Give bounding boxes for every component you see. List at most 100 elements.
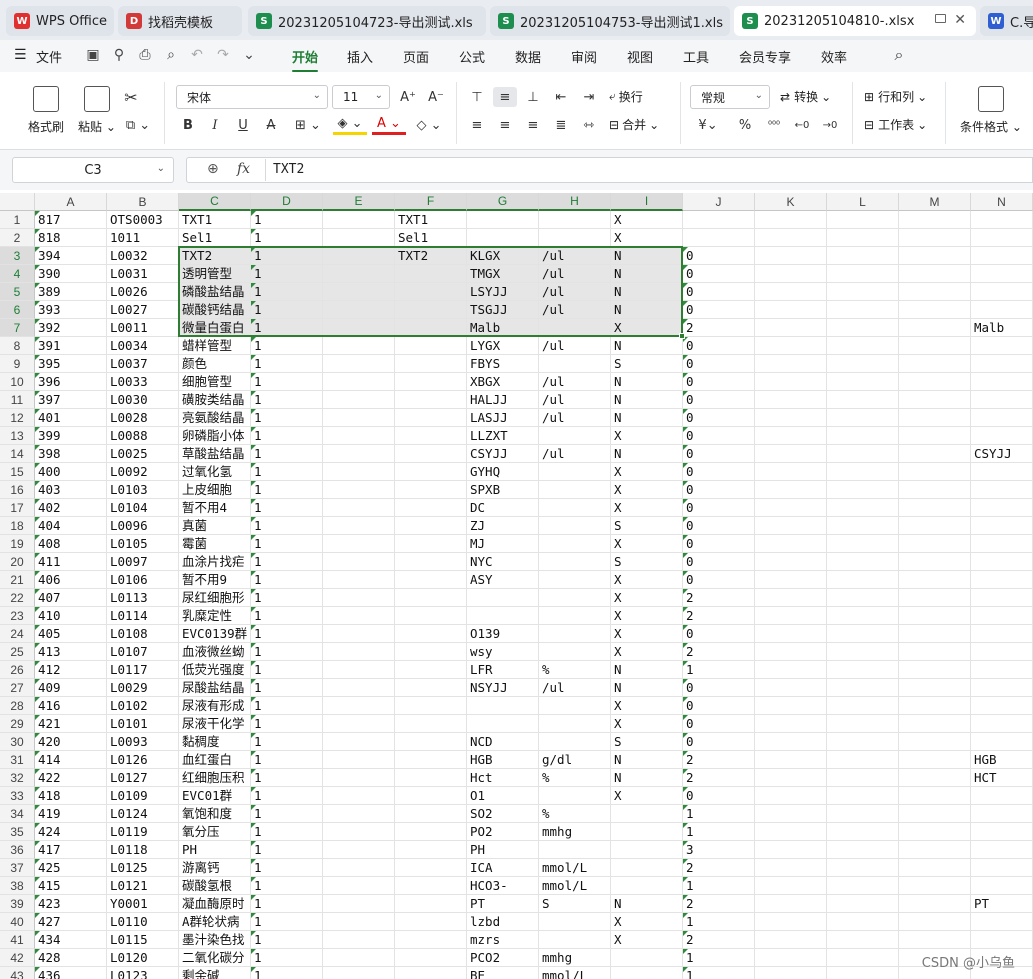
cell-A30[interactable]: 420 (35, 733, 107, 751)
cell-K36[interactable] (755, 841, 827, 859)
cell-F19[interactable] (395, 535, 467, 553)
cell-N15[interactable] (971, 463, 1033, 481)
cell-J23[interactable]: 2 (683, 607, 755, 625)
row-header[interactable]: 25 (0, 643, 35, 661)
row-header[interactable]: 29 (0, 715, 35, 733)
cell-G41[interactable]: mzrs (467, 931, 539, 949)
cell-F9[interactable] (395, 355, 467, 373)
cell-G7[interactable]: Malb (467, 319, 539, 337)
cell-J42[interactable]: 1 (683, 949, 755, 967)
cell-K42[interactable] (755, 949, 827, 967)
cell-B37[interactable]: L0125 (107, 859, 179, 877)
cell-M41[interactable] (899, 931, 971, 949)
cell-M8[interactable] (899, 337, 971, 355)
align-middle-icon[interactable]: ≡ (493, 87, 517, 107)
cell-C24[interactable]: EVC0139群 (179, 625, 251, 643)
cell-E30[interactable] (323, 733, 395, 751)
cell-J12[interactable]: 0 (683, 409, 755, 427)
row-header[interactable]: 5 (0, 283, 35, 301)
cell-L18[interactable] (827, 517, 899, 535)
cell-J43[interactable]: 1 (683, 967, 755, 979)
format-painter-button[interactable]: 格式刷 (28, 86, 64, 135)
cell-N7[interactable]: Malb (971, 319, 1033, 337)
cell-L43[interactable] (827, 967, 899, 979)
cell-K40[interactable] (755, 913, 827, 931)
cell-K8[interactable] (755, 337, 827, 355)
tab-5[interactable]: S 20231205104810-.xlsx ✕ (734, 6, 976, 36)
percent-icon[interactable]: % (734, 115, 756, 135)
cell-D35[interactable]: 1 (251, 823, 323, 841)
cell-B41[interactable]: L0115 (107, 931, 179, 949)
cell-B32[interactable]: L0127 (107, 769, 179, 787)
cell-I25[interactable]: X (611, 643, 683, 661)
row-header[interactable]: 34 (0, 805, 35, 823)
cell-C12[interactable]: 亮氨酸结晶 (179, 409, 251, 427)
cell-K16[interactable] (755, 481, 827, 499)
merge-button[interactable]: ⊟ 合并 ⌄ (609, 116, 659, 133)
cell-N39[interactable]: PT (971, 895, 1033, 913)
cell-D17[interactable]: 1 (251, 499, 323, 517)
cell-A23[interactable]: 410 (35, 607, 107, 625)
column-header-L[interactable]: L (827, 193, 899, 211)
menu-item-3[interactable]: 页面 (403, 47, 429, 66)
formula-input[interactable]: ⊕ fx TXT2 (186, 157, 1033, 183)
row-header[interactable]: 35 (0, 823, 35, 841)
cell-B1[interactable]: OTS0003 (107, 211, 179, 229)
cell-M26[interactable] (899, 661, 971, 679)
cell-B27[interactable]: L0029 (107, 679, 179, 697)
cell-B34[interactable]: L0124 (107, 805, 179, 823)
column-header-K[interactable]: K (755, 193, 827, 211)
cell-C29[interactable]: 尿液干化学 (179, 715, 251, 733)
cell-I8[interactable]: N (611, 337, 683, 355)
cell-E16[interactable] (323, 481, 395, 499)
cell-G14[interactable]: CSYJJ (467, 445, 539, 463)
cell-B10[interactable]: L0033 (107, 373, 179, 391)
cell-I29[interactable]: X (611, 715, 683, 733)
cell-J37[interactable]: 2 (683, 859, 755, 877)
distributed-icon[interactable]: ⇿ (579, 115, 599, 135)
cell-M23[interactable] (899, 607, 971, 625)
cell-L9[interactable] (827, 355, 899, 373)
row-header[interactable]: 39 (0, 895, 35, 913)
cell-J8[interactable]: 0 (683, 337, 755, 355)
column-header-F[interactable]: F (395, 193, 467, 211)
cell-M21[interactable] (899, 571, 971, 589)
cell-C35[interactable]: 氧分压 (179, 823, 251, 841)
cell-E5[interactable] (323, 283, 395, 301)
cell-B30[interactable]: L0093 (107, 733, 179, 751)
cell-I27[interactable]: N (611, 679, 683, 697)
cell-I28[interactable]: X (611, 697, 683, 715)
cell-L7[interactable] (827, 319, 899, 337)
cell-L17[interactable] (827, 499, 899, 517)
cell-N14[interactable]: CSYJJ (971, 445, 1033, 463)
conditional-format-button[interactable]: 条件格式 ⌄ (960, 86, 1022, 135)
cell-D19[interactable]: 1 (251, 535, 323, 553)
cell-A18[interactable]: 404 (35, 517, 107, 535)
cell-E11[interactable] (323, 391, 395, 409)
cell-K39[interactable] (755, 895, 827, 913)
cell-C1[interactable]: TXT1 (179, 211, 251, 229)
number-format-select[interactable]: 常规 ⌄ (690, 85, 770, 109)
paste-button[interactable]: 粘贴 ⌄ (78, 86, 116, 135)
cell-E8[interactable] (323, 337, 395, 355)
cell-F29[interactable] (395, 715, 467, 733)
cell-C40[interactable]: A群轮状病 (179, 913, 251, 931)
cell-E35[interactable] (323, 823, 395, 841)
cell-C23[interactable]: 乳糜定性 (179, 607, 251, 625)
cell-G22[interactable] (467, 589, 539, 607)
cell-I15[interactable]: X (611, 463, 683, 481)
cell-H11[interactable]: /ul (539, 391, 611, 409)
cell-F15[interactable] (395, 463, 467, 481)
cell-H9[interactable] (539, 355, 611, 373)
cell-N21[interactable] (971, 571, 1033, 589)
share-icon[interactable]: ⚲ (109, 45, 129, 65)
cell-B42[interactable]: L0120 (107, 949, 179, 967)
row-header[interactable]: 19 (0, 535, 35, 553)
cell-A10[interactable]: 396 (35, 373, 107, 391)
cell-M7[interactable] (899, 319, 971, 337)
cell-K1[interactable] (755, 211, 827, 229)
cell-E32[interactable] (323, 769, 395, 787)
cell-D28[interactable]: 1 (251, 697, 323, 715)
cell-D5[interactable]: 1 (251, 283, 323, 301)
cell-M37[interactable] (899, 859, 971, 877)
